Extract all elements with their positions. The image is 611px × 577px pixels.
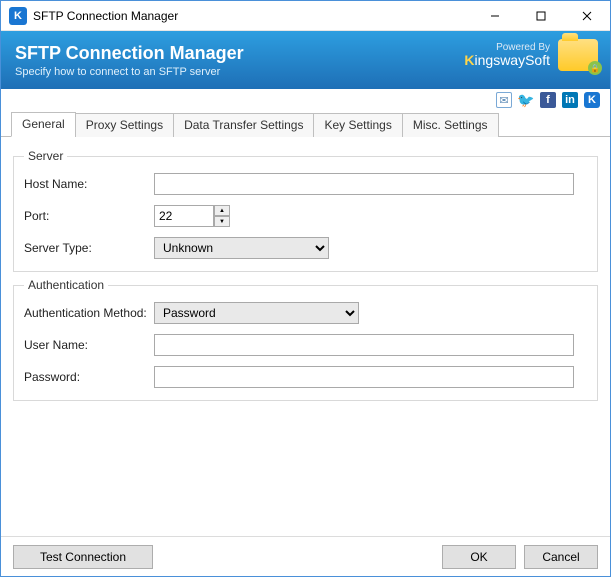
banner-title: SFTP Connection Manager <box>15 43 244 64</box>
cancel-button[interactable]: Cancel <box>524 545 598 569</box>
facebook-icon[interactable]: f <box>540 92 556 108</box>
port-step-up[interactable]: ▲ <box>214 205 230 216</box>
k-badge-icon[interactable]: K <box>584 92 600 108</box>
test-connection-button[interactable]: Test Connection <box>13 545 153 569</box>
port-input[interactable] <box>154 205 214 227</box>
user-input[interactable] <box>154 334 574 356</box>
titlebar: K SFTP Connection Manager <box>1 1 610 31</box>
tab-transfer[interactable]: Data Transfer Settings <box>173 113 314 137</box>
auth-method-label: Authentication Method: <box>24 306 154 320</box>
window-title: SFTP Connection Manager <box>33 9 178 23</box>
server-group: Server Host Name: Port: ▲ ▼ Server Type: <box>13 149 598 272</box>
pass-label: Password: <box>24 370 154 384</box>
tab-general[interactable]: General <box>11 112 76 137</box>
auth-group: Authentication Authentication Method: Pa… <box>13 278 598 401</box>
brand-logo: Powered By KingswaySoft <box>464 43 550 67</box>
tab-key[interactable]: Key Settings <box>313 113 402 137</box>
close-button[interactable] <box>564 1 610 31</box>
sftp-folder-icon: 🔒 <box>558 39 598 71</box>
maximize-icon <box>536 11 546 21</box>
auth-legend: Authentication <box>24 278 108 292</box>
ok-button[interactable]: OK <box>442 545 516 569</box>
close-icon <box>582 11 592 21</box>
server-type-label: Server Type: <box>24 241 154 255</box>
twitter-icon[interactable]: 🐦 <box>518 92 534 108</box>
user-label: User Name: <box>24 338 154 352</box>
window: K SFTP Connection Manager SFTP Connectio… <box>0 0 611 577</box>
minimize-icon <box>490 11 500 21</box>
footer: Test Connection OK Cancel <box>1 536 610 576</box>
lock-icon: 🔒 <box>588 61 602 75</box>
server-legend: Server <box>24 149 67 163</box>
maximize-button[interactable] <box>518 1 564 31</box>
banner-subtitle: Specify how to connect to an SFTP server <box>15 66 244 78</box>
social-strip: ✉ 🐦 f in K <box>1 89 610 111</box>
email-icon[interactable]: ✉ <box>496 92 512 108</box>
port-label: Port: <box>24 209 154 223</box>
auth-method-select[interactable]: Password <box>154 302 359 324</box>
brand-name: KingswaySoft <box>464 53 550 67</box>
linkedin-icon[interactable]: in <box>562 92 578 108</box>
tab-strip: General Proxy Settings Data Transfer Set… <box>1 111 610 137</box>
app-icon: K <box>9 7 27 25</box>
host-input[interactable] <box>154 173 574 195</box>
minimize-button[interactable] <box>472 1 518 31</box>
banner: SFTP Connection Manager Specify how to c… <box>1 31 610 89</box>
pass-input[interactable] <box>154 366 574 388</box>
server-type-select[interactable]: Unknown <box>154 237 329 259</box>
host-label: Host Name: <box>24 177 154 191</box>
port-step-down[interactable]: ▼ <box>214 216 230 227</box>
tab-proxy[interactable]: Proxy Settings <box>75 113 174 137</box>
tab-body: Server Host Name: Port: ▲ ▼ Server Type: <box>1 137 610 536</box>
tab-misc[interactable]: Misc. Settings <box>402 113 499 137</box>
